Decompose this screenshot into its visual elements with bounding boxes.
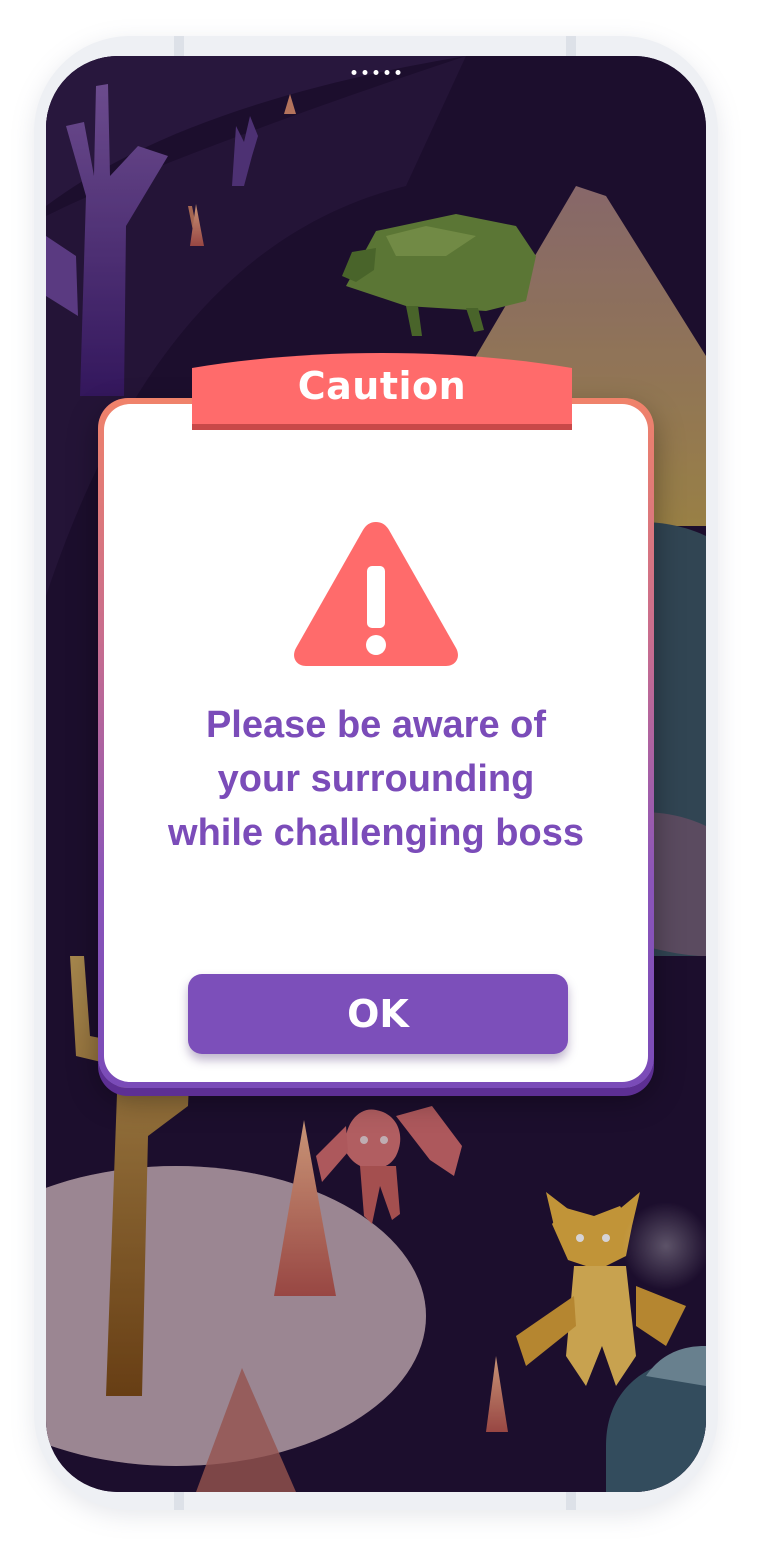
dialog-message: Please be aware of your surrounding whil… [168, 704, 584, 854]
speaker-dots [351, 70, 401, 75]
warning-triangle-icon [290, 514, 462, 670]
caution-dialog: Caution Please be aware of your surround… [98, 353, 654, 1088]
ok-button[interactable]: OK [188, 974, 568, 1054]
phone-edge-top-right [566, 36, 576, 56]
phone-edge-top-left [174, 36, 184, 56]
game-screen: Caution Please be aware of your surround… [46, 56, 706, 1492]
dialog-body: Caution Please be aware of your surround… [104, 353, 648, 1082]
dialog-title: Caution [297, 364, 467, 408]
phone-edge-bottom-left [174, 1490, 184, 1510]
phone-edge-bottom-right [566, 1490, 576, 1510]
caution-banner: Caution [192, 346, 572, 430]
